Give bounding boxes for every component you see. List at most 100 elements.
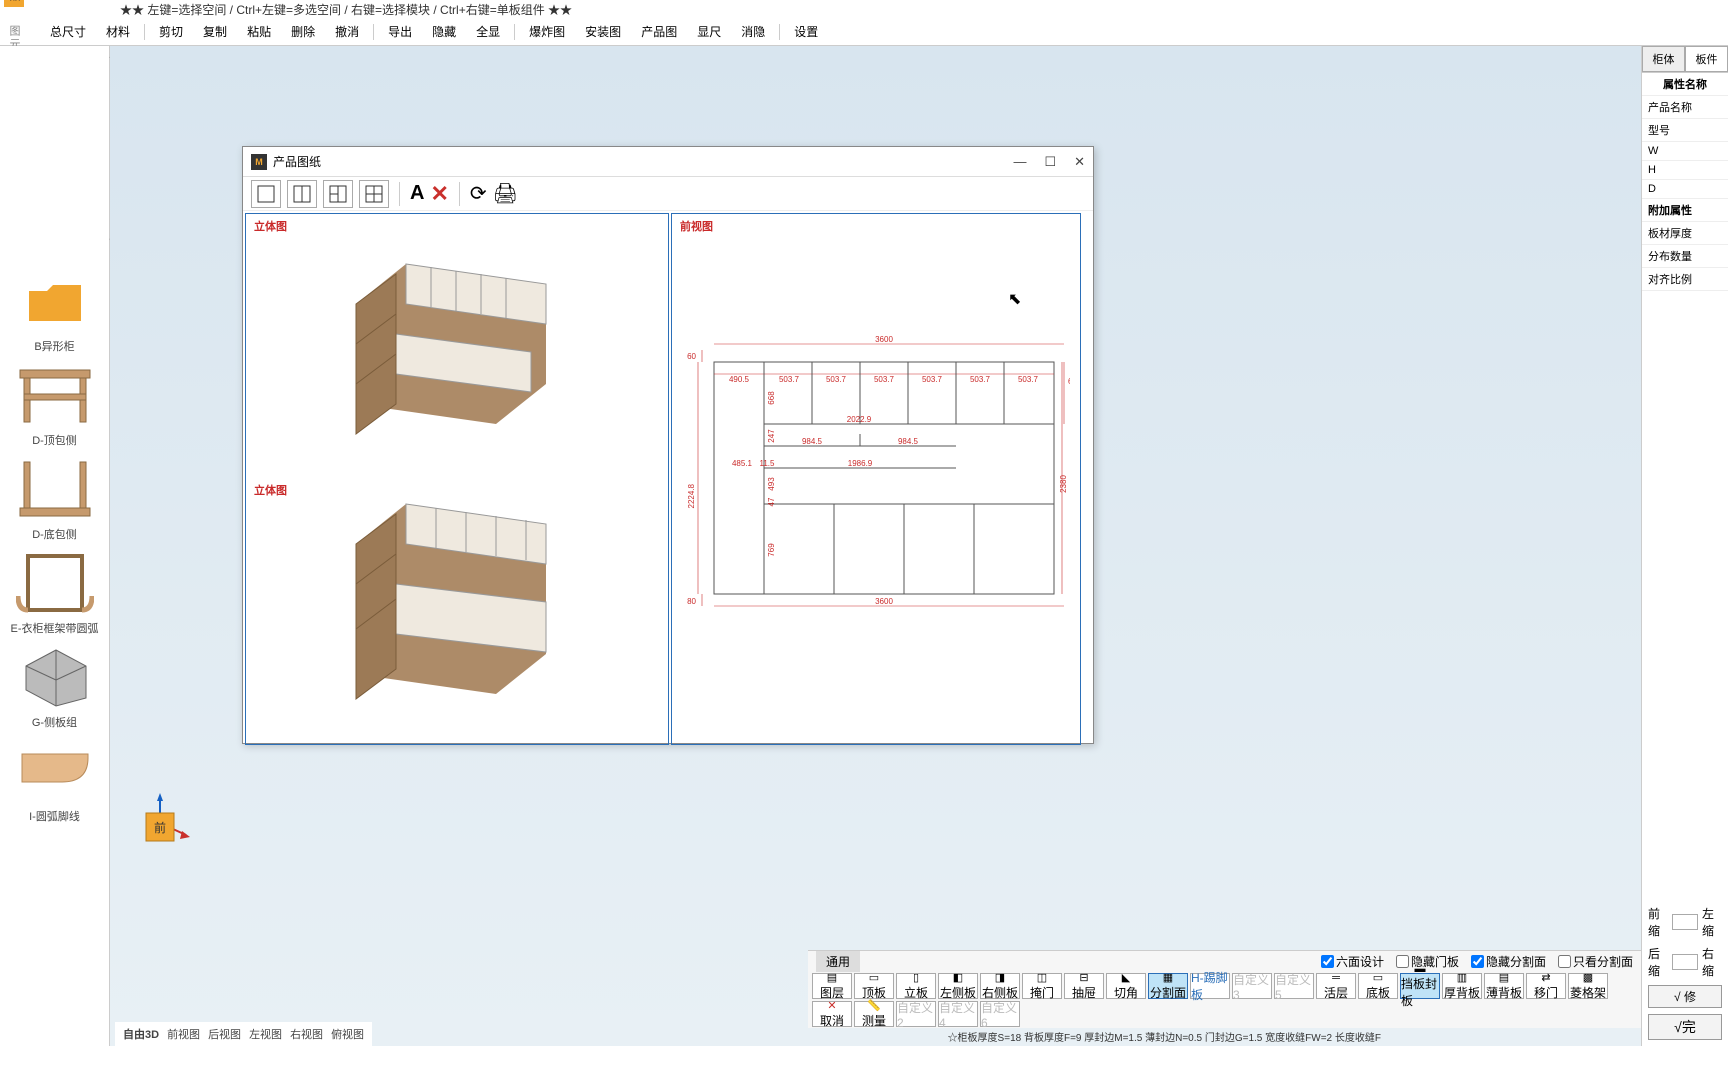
menu-product-drawing[interactable]: 产品图	[633, 19, 685, 44]
tool-thick-back[interactable]: ▥厚背板	[1442, 973, 1482, 999]
tool-thin-back[interactable]: ▤薄背板	[1484, 973, 1524, 999]
tool-kick-board[interactable]: H-踢脚板	[1190, 973, 1230, 999]
tool-split-face[interactable]: ▦分割面	[1148, 973, 1188, 999]
tool-sliding-door[interactable]: ⇄移门	[1526, 973, 1566, 999]
menu-hide[interactable]: 隐藏	[424, 19, 464, 44]
tool-custom5[interactable]: 自定义5	[1274, 973, 1314, 999]
layout-1-button[interactable]	[251, 180, 281, 208]
tool-right-side[interactable]: ◨右侧板	[980, 973, 1020, 999]
bottom-tab-general[interactable]: 通用	[816, 951, 860, 972]
lib-item-bottom-wrap[interactable]: D-底包侧	[15, 454, 95, 542]
status-bar: ☆柜板厚度S=18 背板厚度F=9 厚封边M=1.5 薄封边N=0.5 门封边G…	[948, 1027, 1381, 1046]
prop-h[interactable]: H	[1642, 161, 1728, 180]
iso-view-pane[interactable]: 立体图 立体图	[245, 213, 669, 745]
tool-diamond-rack[interactable]: ▩菱格架	[1568, 973, 1608, 999]
tool-measure[interactable]: 📏测量	[854, 1001, 894, 1027]
vtab-product[interactable]: 产品	[4, 0, 24, 7]
menu-copy[interactable]: 复制	[195, 19, 235, 44]
print-button[interactable]: 🖨	[493, 181, 518, 206]
menu-cut[interactable]: 剪切	[151, 19, 191, 44]
minimize-button[interactable]: —	[1013, 154, 1026, 170]
layout-2-button[interactable]	[287, 180, 317, 208]
prop-count[interactable]: 分布数量	[1642, 245, 1728, 268]
complete-button[interactable]: √完	[1648, 1014, 1722, 1040]
svg-text:3600: 3600	[875, 335, 893, 344]
menu-size[interactable]: 总尺寸	[42, 19, 94, 44]
svg-text:60: 60	[1068, 377, 1070, 386]
svg-text:11.5: 11.5	[760, 459, 776, 468]
svg-text:503.7: 503.7	[1018, 375, 1039, 384]
delete-tool-button[interactable]: ✕	[430, 181, 448, 207]
iso-render-1	[336, 234, 566, 464]
apply-button[interactable]: √ 修	[1648, 985, 1722, 1008]
text-tool-button[interactable]: A	[410, 182, 424, 205]
menu-ruler[interactable]: 显尺	[689, 19, 729, 44]
menu-paste[interactable]: 粘贴	[239, 19, 279, 44]
menu-showall[interactable]: 全显	[468, 19, 508, 44]
tool-custom2[interactable]: 自定义2	[896, 1001, 936, 1027]
svg-text:60: 60	[687, 352, 696, 361]
view-cube[interactable]: 前	[130, 793, 190, 856]
tool-bottom-board[interactable]: ▭底板	[1358, 973, 1398, 999]
layout-3-button[interactable]	[323, 180, 353, 208]
tab-right[interactable]: 右视图	[290, 1026, 323, 1042]
tool-hinged-door[interactable]: ◫掩门	[1022, 973, 1062, 999]
menu-settings[interactable]: 设置	[786, 19, 826, 44]
tool-custom3[interactable]: 自定义3	[1232, 973, 1272, 999]
prop-header: 属性名称	[1642, 73, 1728, 96]
tool-baffle[interactable]: ▬挡板封板	[1400, 973, 1440, 999]
tool-cancel[interactable]: ✕取消	[812, 1001, 852, 1027]
tab-board[interactable]: 板件	[1685, 46, 1728, 72]
chk-only-split[interactable]: 只看分割面	[1558, 953, 1633, 970]
tab-free3d[interactable]: 自由3D	[123, 1026, 159, 1042]
tab-back[interactable]: 后视图	[208, 1026, 241, 1042]
prop-model[interactable]: 型号	[1642, 119, 1728, 142]
top-menu: 总尺寸 材料 剪切 复制 粘贴 删除 撤消 导出 隐藏 全显 爆炸图 安装图 产…	[28, 19, 826, 44]
prop-thickness[interactable]: 板材厚度	[1642, 222, 1728, 245]
tool-drawer[interactable]: ⊟抽屉	[1064, 973, 1104, 999]
tool-left-side[interactable]: ◧左侧板	[938, 973, 978, 999]
menu-material[interactable]: 材料	[98, 19, 138, 44]
tab-cabinet[interactable]: 柜体	[1642, 46, 1685, 72]
front-view-drawing: 3600 60 60 490.5 503.7 503.7	[684, 334, 1070, 634]
prop-align[interactable]: 对齐比例	[1642, 268, 1728, 291]
prop-d[interactable]: D	[1642, 180, 1728, 199]
prop-name[interactable]: 产品名称	[1642, 96, 1728, 119]
chk-hide-split[interactable]: 隐藏分割面	[1471, 953, 1546, 970]
pre-input[interactable]	[1672, 914, 1698, 930]
front-view-pane[interactable]: 前视图 3600 60 60	[671, 213, 1081, 745]
post-input[interactable]	[1672, 954, 1698, 970]
svg-text:490.5: 490.5	[729, 375, 750, 384]
tool-top-board[interactable]: ▭顶板	[854, 973, 894, 999]
tab-front[interactable]: 前视图	[167, 1026, 200, 1042]
menu-hidden-line[interactable]: 消隐	[733, 19, 773, 44]
lib-item-side-panel-group[interactable]: G-侧板组	[15, 642, 95, 730]
tool-corner-cut[interactable]: ◣切角	[1106, 973, 1146, 999]
layout-4-button[interactable]	[359, 180, 389, 208]
maximize-button[interactable]: ☐	[1044, 154, 1056, 170]
refresh-button[interactable]: ⟳	[470, 181, 487, 206]
tab-top[interactable]: 俯视图	[331, 1026, 364, 1042]
lib-item-folder[interactable]: B异形柜	[15, 266, 95, 354]
menu-undo[interactable]: 撤消	[327, 19, 367, 44]
close-button[interactable]: ✕	[1074, 154, 1085, 170]
tool-shelf[interactable]: ═活层	[1316, 973, 1356, 999]
lib-item-top-wrap[interactable]: D-顶包侧	[15, 360, 95, 448]
menu-install[interactable]: 安装图	[577, 19, 629, 44]
tab-left[interactable]: 左视图	[249, 1026, 282, 1042]
tool-custom4[interactable]: 自定义4	[938, 1001, 978, 1027]
menu-export[interactable]: 导出	[380, 19, 420, 44]
lib-item-wardrobe-arc[interactable]: E-衣柜框架带圆弧	[11, 548, 99, 636]
dialog-titlebar[interactable]: M 产品图纸 — ☐ ✕	[243, 147, 1093, 177]
lib-item-arc-kick[interactable]: I-圆弧脚线	[15, 736, 95, 824]
tool-vertical-board[interactable]: ▯立板	[896, 973, 936, 999]
menu-delete[interactable]: 删除	[283, 19, 323, 44]
menu-explode[interactable]: 爆炸图	[521, 19, 573, 44]
viewport-tabs: 自由3D 前视图 后视图 左视图 右视图 俯视图	[115, 1022, 372, 1046]
viewport[interactable]: M 产品图纸 — ☐ ✕ A ✕ ⟳ 🖨	[110, 46, 1642, 1046]
svg-text:80: 80	[687, 597, 696, 606]
tool-layer[interactable]: ▤图层	[812, 973, 852, 999]
chk-six-face[interactable]: 六面设计	[1321, 953, 1384, 970]
tool-custom6[interactable]: 自定义6	[980, 1001, 1020, 1027]
prop-w[interactable]: W	[1642, 142, 1728, 161]
